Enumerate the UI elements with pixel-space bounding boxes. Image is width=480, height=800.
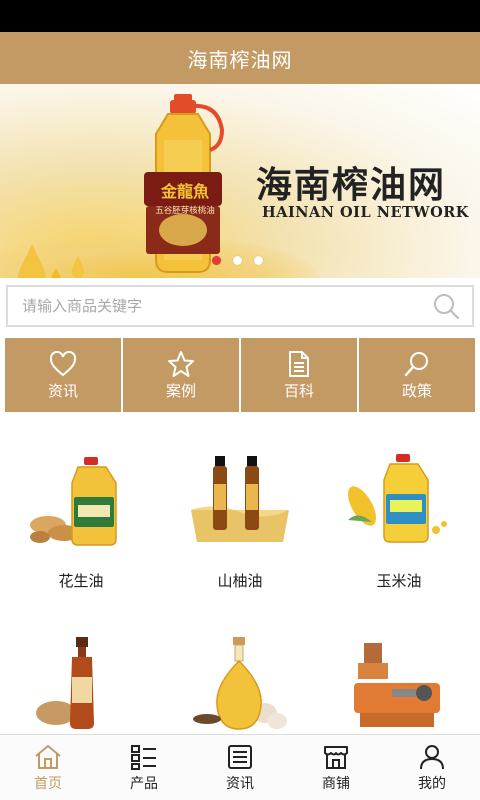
star-icon [167, 350, 195, 378]
product-image [16, 623, 146, 743]
nav-item-label: 政策 [401, 381, 432, 400]
tab-stores[interactable]: 商铺 [288, 735, 384, 800]
product-card-peanut-oil[interactable]: 花生油 [2, 440, 160, 591]
product-card-camellia-oil[interactable]: 山柚油 [161, 440, 319, 591]
search-input[interactable] [8, 287, 426, 325]
page-title: 海南榨油网 [187, 47, 293, 72]
oil-drops-image [18, 244, 84, 278]
nav-item-policy[interactable]: 政策 [359, 338, 475, 412]
tab-products[interactable]: 产品 [96, 735, 192, 800]
document-icon [285, 350, 313, 378]
tab-label: 商铺 [322, 775, 350, 792]
user-icon [417, 743, 447, 771]
heart-icon [49, 350, 77, 378]
nav-item-cases[interactable]: 案例 [123, 338, 239, 412]
nav-item-label: 案例 [165, 381, 196, 400]
category-nav: 资讯 案例 百科 政策 [5, 338, 475, 412]
product-card-corn-oil[interactable]: 玉米油 [320, 440, 478, 591]
tab-label: 首页 [34, 775, 62, 792]
carousel-dot-3[interactable] [254, 256, 263, 265]
bottom-tab-bar: 首页 产品 资讯 商铺 我的 [0, 734, 480, 800]
product-image [175, 623, 305, 743]
banner-title: 海南榨油网 [256, 164, 447, 206]
product-name: 花生油 [58, 572, 104, 590]
product-name: 山柚油 [217, 572, 263, 590]
product-name: 玉米油 [376, 572, 422, 590]
product-image [334, 440, 464, 560]
search-bar[interactable] [6, 285, 474, 327]
home-icon [33, 743, 63, 771]
nav-item-encyclopedia[interactable]: 百科 [241, 338, 357, 412]
app-header: 海南榨油网 [0, 32, 480, 84]
product-image [175, 440, 305, 560]
tab-label: 产品 [130, 775, 158, 792]
tab-profile[interactable]: 我的 [384, 735, 480, 800]
news-icon [225, 743, 255, 771]
bottle-product-label: 五谷胚芽核桃油 [155, 206, 215, 216]
nav-item-label: 百科 [283, 381, 314, 400]
status-bar [0, 0, 480, 32]
list-icon [129, 743, 159, 771]
product-image [16, 440, 146, 560]
product-image [334, 623, 464, 743]
tab-label: 资讯 [226, 775, 254, 792]
carousel-dots[interactable] [212, 256, 263, 265]
banner-subtitle: HAINAN OIL NETWORK [262, 204, 469, 221]
banner-carousel[interactable]: 金龍魚 五谷胚芽核桃油 海南榨油网 HAINAN OIL NETWORK [0, 84, 480, 278]
nav-item-news[interactable]: 资讯 [5, 338, 121, 412]
tab-label: 我的 [418, 775, 446, 792]
tab-news[interactable]: 资讯 [192, 735, 288, 800]
carousel-dot-2[interactable] [233, 256, 242, 265]
carousel-dot-1[interactable] [212, 256, 221, 265]
search-icon[interactable] [426, 287, 466, 325]
nav-item-label: 资讯 [47, 381, 78, 400]
tab-home[interactable]: 首页 [0, 735, 96, 800]
product-grid: 花生油 山柚油 玉米油 [0, 440, 480, 753]
search-icon [403, 350, 431, 378]
store-icon [321, 743, 351, 771]
bottle-brand-label: 金龍魚 [160, 182, 209, 201]
